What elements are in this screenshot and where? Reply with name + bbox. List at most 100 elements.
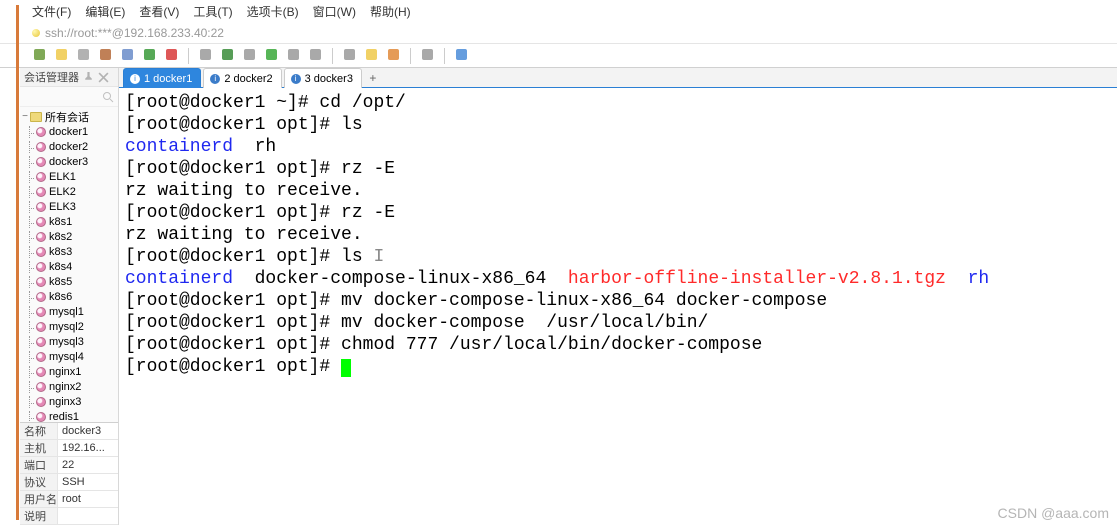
search-icon [102,91,114,103]
property-row: 主机192.16... [20,440,118,457]
sidebar-search[interactable] [20,87,118,107]
copy-icon[interactable] [76,47,91,65]
property-label: 用户名 [20,491,58,507]
tree-item-ELK2[interactable]: ELK2 [20,184,118,199]
terminal[interactable]: [root@docker1 ~]# cd /opt/[root@docker1 … [119,88,1117,525]
tree-root-label: 所有会话 [45,109,89,125]
host-icon [36,142,46,152]
tree-item-k8s2[interactable]: k8s2 [20,229,118,244]
tree-item-redis1[interactable]: redis1 [20,409,118,422]
home-icon[interactable] [198,47,213,65]
pin-icon[interactable] [83,72,94,83]
find-icon[interactable] [386,47,401,65]
menu-help[interactable]: 帮助(H) [370,3,411,20]
tree-branch-icon [26,291,34,303]
terminal-text: [root@docker1 ~]# cd /opt/ [125,93,406,113]
terminal-text: containerd [125,137,233,157]
refresh-icon[interactable] [142,47,157,65]
tree-item-k8s6[interactable]: k8s6 [20,289,118,304]
terminal-text: containerd [125,269,233,289]
property-row: 协议SSH [20,474,118,491]
open-icon[interactable] [54,47,69,65]
host-icon [36,277,46,287]
terminal-line: [root@docker1 opt]# ls I [125,246,1111,268]
sidebar-header: 会话管理器 [20,68,118,87]
terminal-line: [root@docker1 opt]# chmod 777 /usr/local… [125,334,1111,356]
menu-tools[interactable]: 工具(T) [193,3,232,20]
tree-item-docker1[interactable]: docker1 [20,124,118,139]
folder-icon[interactable] [364,47,379,65]
tab-1-docker1[interactable]: i1 docker1 [123,68,201,88]
property-value: 22 [58,457,118,473]
menu-file[interactable]: 文件(F) [32,3,71,20]
terminal-text: [root@docker1 opt]# rz -E [125,203,395,223]
tree-item-nginx1[interactable]: nginx1 [20,364,118,379]
menu-edit[interactable]: 编辑(E) [85,3,125,20]
tree-item-label: k8s5 [49,276,72,288]
tree-item-mysql4[interactable]: mysql4 [20,349,118,364]
tree-item-nginx3[interactable]: nginx3 [20,394,118,409]
tree-item-label: nginx2 [49,381,81,393]
help-icon[interactable] [454,47,469,65]
tree-item-k8s3[interactable]: k8s3 [20,244,118,259]
host-icon [36,307,46,317]
tab-add[interactable]: + [364,68,382,87]
up-icon[interactable] [220,47,235,65]
terminal-line: [root@docker1 opt]# rz -E [125,202,1111,224]
menu-window[interactable]: 窗口(W) [313,3,356,20]
lock-icon[interactable] [420,47,435,65]
sessions-tree[interactable]: − 所有会话 docker1 docker2docker3ELK1ELK2ELK3… [20,107,118,422]
tree-branch-icon [26,366,34,378]
terminal-line: rz waiting to receive. [125,180,1111,202]
collapse-icon[interactable]: − [20,111,30,122]
tree-item-label: docker2 [49,141,88,153]
terminal-line: [root@docker1 ~]# cd /opt/ [125,92,1111,114]
terminal-icon[interactable] [342,47,357,65]
link-icon[interactable] [120,47,135,65]
tree-branch-icon [26,216,34,228]
tree-item-k8s1[interactable]: k8s1 [20,214,118,229]
terminal-text: [root@docker1 opt]# chmod 777 /usr/local… [125,335,762,355]
tree-item-mysql2[interactable]: mysql2 [20,319,118,334]
tab-2-docker2[interactable]: i2 docker2 [203,68,281,88]
tree-item-mysql3[interactable]: mysql3 [20,334,118,349]
tree-item-nginx2[interactable]: nginx2 [20,379,118,394]
stop-icon[interactable] [164,47,179,65]
connection-status-icon [32,29,40,37]
tree-item-label: k8s2 [49,231,72,243]
host-icon [36,127,46,137]
tree-item-k8s5[interactable]: k8s5 [20,274,118,289]
tree-item-k8s4[interactable]: k8s4 [20,259,118,274]
terminal-text: rh [968,269,990,289]
tree-item-mysql1[interactable]: mysql1 [20,304,118,319]
host-icon [36,202,46,212]
tree-item-docker3[interactable]: docker3 [20,154,118,169]
tree-root[interactable]: − 所有会话 [20,109,118,124]
tree-item-docker2[interactable]: docker2 [20,139,118,154]
host-icon [36,337,46,347]
tab-3-docker3[interactable]: i3 docker3 [284,68,362,88]
tree-item-label: k8s4 [49,261,72,273]
new-file-icon[interactable] [32,47,47,65]
tree-item-ELK3[interactable]: ELK3 [20,199,118,214]
terminal-text: [root@docker1 opt]# [125,357,341,377]
maximize-icon[interactable] [264,47,279,65]
menu-view[interactable]: 查看(V) [139,3,179,20]
tree-branch-icon [26,231,34,243]
tree-branch-icon [26,336,34,348]
file-manager-icon[interactable] [242,47,257,65]
menu-tabs[interactable]: 选项卡(B) [247,3,299,20]
property-label: 名称 [20,423,58,439]
host-icon [36,247,46,257]
keyboard-icon[interactable] [308,47,323,65]
folder-icon [30,112,42,122]
close-icon[interactable] [98,72,109,83]
tile-icon[interactable] [286,47,301,65]
tree-item-ELK1[interactable]: ELK1 [20,169,118,184]
tree-branch-icon [26,321,34,333]
property-row: 名称docker3 [20,423,118,440]
tree-branch-icon [26,261,34,273]
tree-item-label: mysql2 [49,321,84,333]
transfer-icon[interactable] [98,47,113,65]
terminal-text: [root@docker1 opt]# ls [125,115,363,135]
